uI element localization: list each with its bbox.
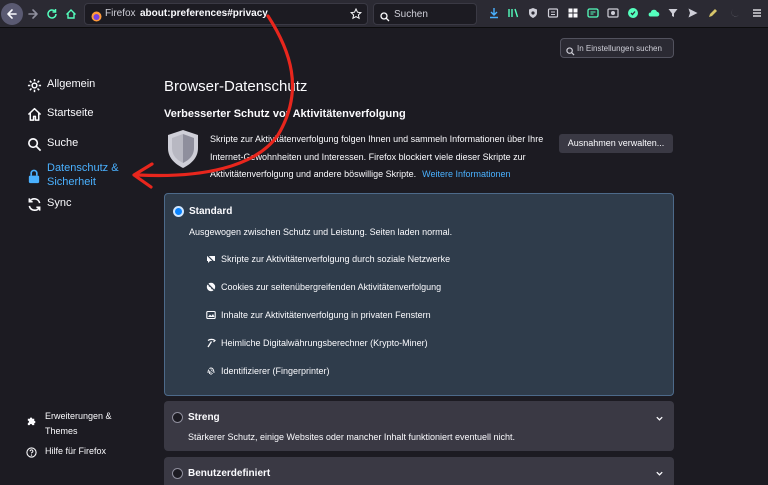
etp-description-block: Skripte zur Aktivitätenverfolgung folgen… bbox=[210, 131, 555, 184]
tracking-content-icon bbox=[205, 309, 217, 321]
screenshot-icon[interactable] bbox=[606, 6, 620, 20]
sidebar-item-label: Sync bbox=[47, 197, 72, 209]
sidebar-extensions-themes[interactable]: Erweiterungen & Themes bbox=[26, 409, 112, 439]
social-tracker-icon bbox=[205, 253, 217, 265]
standard-radio[interactable] bbox=[173, 206, 184, 217]
search-icon bbox=[380, 9, 390, 27]
preferences-search[interactable] bbox=[560, 38, 674, 58]
feature-item: Inhalte zur Aktivitätenverfolgung in pri… bbox=[205, 309, 431, 321]
back-button[interactable] bbox=[1, 3, 23, 25]
vpn-icon[interactable] bbox=[626, 6, 640, 20]
option-standard[interactable]: Standard Ausgewogen zwischen Schutz und … bbox=[164, 193, 674, 396]
sidebar-item-sync[interactable]: Sync bbox=[26, 196, 71, 212]
sidebar-item-home[interactable]: Startseite bbox=[26, 106, 93, 122]
search-icon bbox=[566, 43, 575, 61]
home-button[interactable] bbox=[60, 3, 82, 25]
download-icon[interactable] bbox=[487, 6, 501, 20]
lock-icon bbox=[26, 168, 42, 184]
container-icon[interactable] bbox=[546, 6, 560, 20]
feature-label: Heimliche Digitalwährungsberechner (Kryp… bbox=[221, 338, 428, 348]
url-text[interactable]: about:preferences#privacy bbox=[140, 8, 268, 19]
option-label: Streng bbox=[188, 412, 220, 423]
learn-more-link[interactable]: Weitere Informationen bbox=[422, 169, 510, 179]
pen-icon[interactable] bbox=[706, 6, 720, 20]
shield-icon bbox=[166, 128, 200, 175]
sidebar-item-search[interactable]: Suche bbox=[26, 136, 78, 152]
bookmark-star-icon[interactable] bbox=[349, 7, 363, 25]
option-custom[interactable]: Benutzerdefiniert bbox=[164, 457, 674, 485]
sidebar-item-privacy[interactable]: Datenschutz & Sicherheit bbox=[26, 160, 119, 189]
page-title: Browser-Datenschutz bbox=[164, 78, 308, 95]
feature-item: Identifizierer (Fingerprinter) bbox=[205, 365, 330, 377]
preferences-search-input[interactable] bbox=[577, 41, 672, 55]
chevron-down-icon[interactable] bbox=[655, 465, 664, 483]
grid-extension-icon[interactable] bbox=[566, 6, 580, 20]
reader-extension-icon[interactable] bbox=[586, 6, 600, 20]
cookie-icon bbox=[205, 281, 217, 293]
sidebar-item-label: Datenschutz & Sicherheit bbox=[47, 162, 119, 188]
puzzle-icon bbox=[26, 414, 37, 432]
chevron-down-icon[interactable] bbox=[655, 410, 664, 428]
library-icon[interactable] bbox=[506, 6, 520, 20]
moon-icon[interactable] bbox=[728, 6, 742, 20]
feature-label: Inhalte zur Aktivitätenverfolgung in pri… bbox=[221, 310, 431, 320]
feature-label: Identifizierer (Fingerprinter) bbox=[221, 366, 330, 376]
option-description: Stärkerer Schutz, einige Websites oder m… bbox=[188, 432, 516, 442]
menu-icon[interactable] bbox=[750, 6, 764, 20]
funnel-icon[interactable] bbox=[666, 6, 680, 20]
toolbar-search-input[interactable] bbox=[394, 6, 474, 22]
sidebar-item-label: Startseite bbox=[47, 107, 94, 119]
fingerprint-icon bbox=[205, 365, 217, 377]
feature-item: Skripte zur Aktivitätenverfolgung durch … bbox=[205, 253, 450, 265]
option-label: Benutzerdefiniert bbox=[188, 468, 271, 479]
sidebar-item-label: Allgemein bbox=[47, 78, 96, 90]
sidebar-help[interactable]: Hilfe für Firefox bbox=[26, 444, 106, 463]
browser-toolbar: Firefox about:preferences#privacy bbox=[0, 0, 768, 28]
arrow-left-icon bbox=[7, 9, 17, 19]
cryptominer-icon bbox=[205, 337, 217, 349]
home-icon bbox=[26, 106, 42, 122]
cloud-icon[interactable] bbox=[646, 6, 660, 20]
search-icon bbox=[26, 136, 42, 152]
arrow-right-icon bbox=[28, 9, 38, 19]
sidebar-foot-label: Erweiterungen & Themes bbox=[45, 411, 112, 436]
feature-item: Heimliche Digitalwährungsberechner (Kryp… bbox=[205, 337, 428, 349]
option-strict[interactable]: Streng Stärkerer Schutz, einige Websites… bbox=[164, 401, 674, 451]
url-bar[interactable]: Firefox about:preferences#privacy bbox=[84, 3, 368, 25]
reload-icon bbox=[47, 9, 57, 19]
custom-radio[interactable] bbox=[172, 468, 183, 479]
option-description: Ausgewogen zwischen Schutz und Leistung.… bbox=[189, 227, 453, 237]
home-icon bbox=[66, 9, 76, 19]
feature-item: Cookies zur seitenübergreifenden Aktivit… bbox=[205, 281, 441, 293]
sync-icon bbox=[26, 196, 42, 212]
send-icon[interactable] bbox=[686, 6, 700, 20]
sidebar-item-label: Suche bbox=[47, 137, 79, 149]
strict-radio[interactable] bbox=[172, 412, 183, 423]
sidebar-foot-label: Hilfe für Firefox bbox=[45, 446, 107, 456]
firefox-logo-icon bbox=[91, 9, 102, 27]
etp-heading: Verbesserter Schutz vor Aktivitätenverfo… bbox=[164, 108, 406, 120]
url-identity-label: Firefox bbox=[105, 8, 136, 19]
toolbar-search[interactable] bbox=[373, 3, 477, 25]
feature-label: Cookies zur seitenübergreifenden Aktivit… bbox=[221, 282, 442, 292]
shield-extension-icon[interactable] bbox=[526, 6, 540, 20]
help-icon bbox=[26, 445, 37, 463]
gear-icon bbox=[26, 77, 42, 93]
option-label: Standard bbox=[189, 206, 233, 217]
feature-label: Skripte zur Aktivitätenverfolgung durch … bbox=[221, 254, 451, 264]
manage-exceptions-button[interactable]: Ausnahmen verwalten... bbox=[559, 134, 673, 153]
sidebar-item-general[interactable]: Allgemein bbox=[26, 77, 95, 93]
